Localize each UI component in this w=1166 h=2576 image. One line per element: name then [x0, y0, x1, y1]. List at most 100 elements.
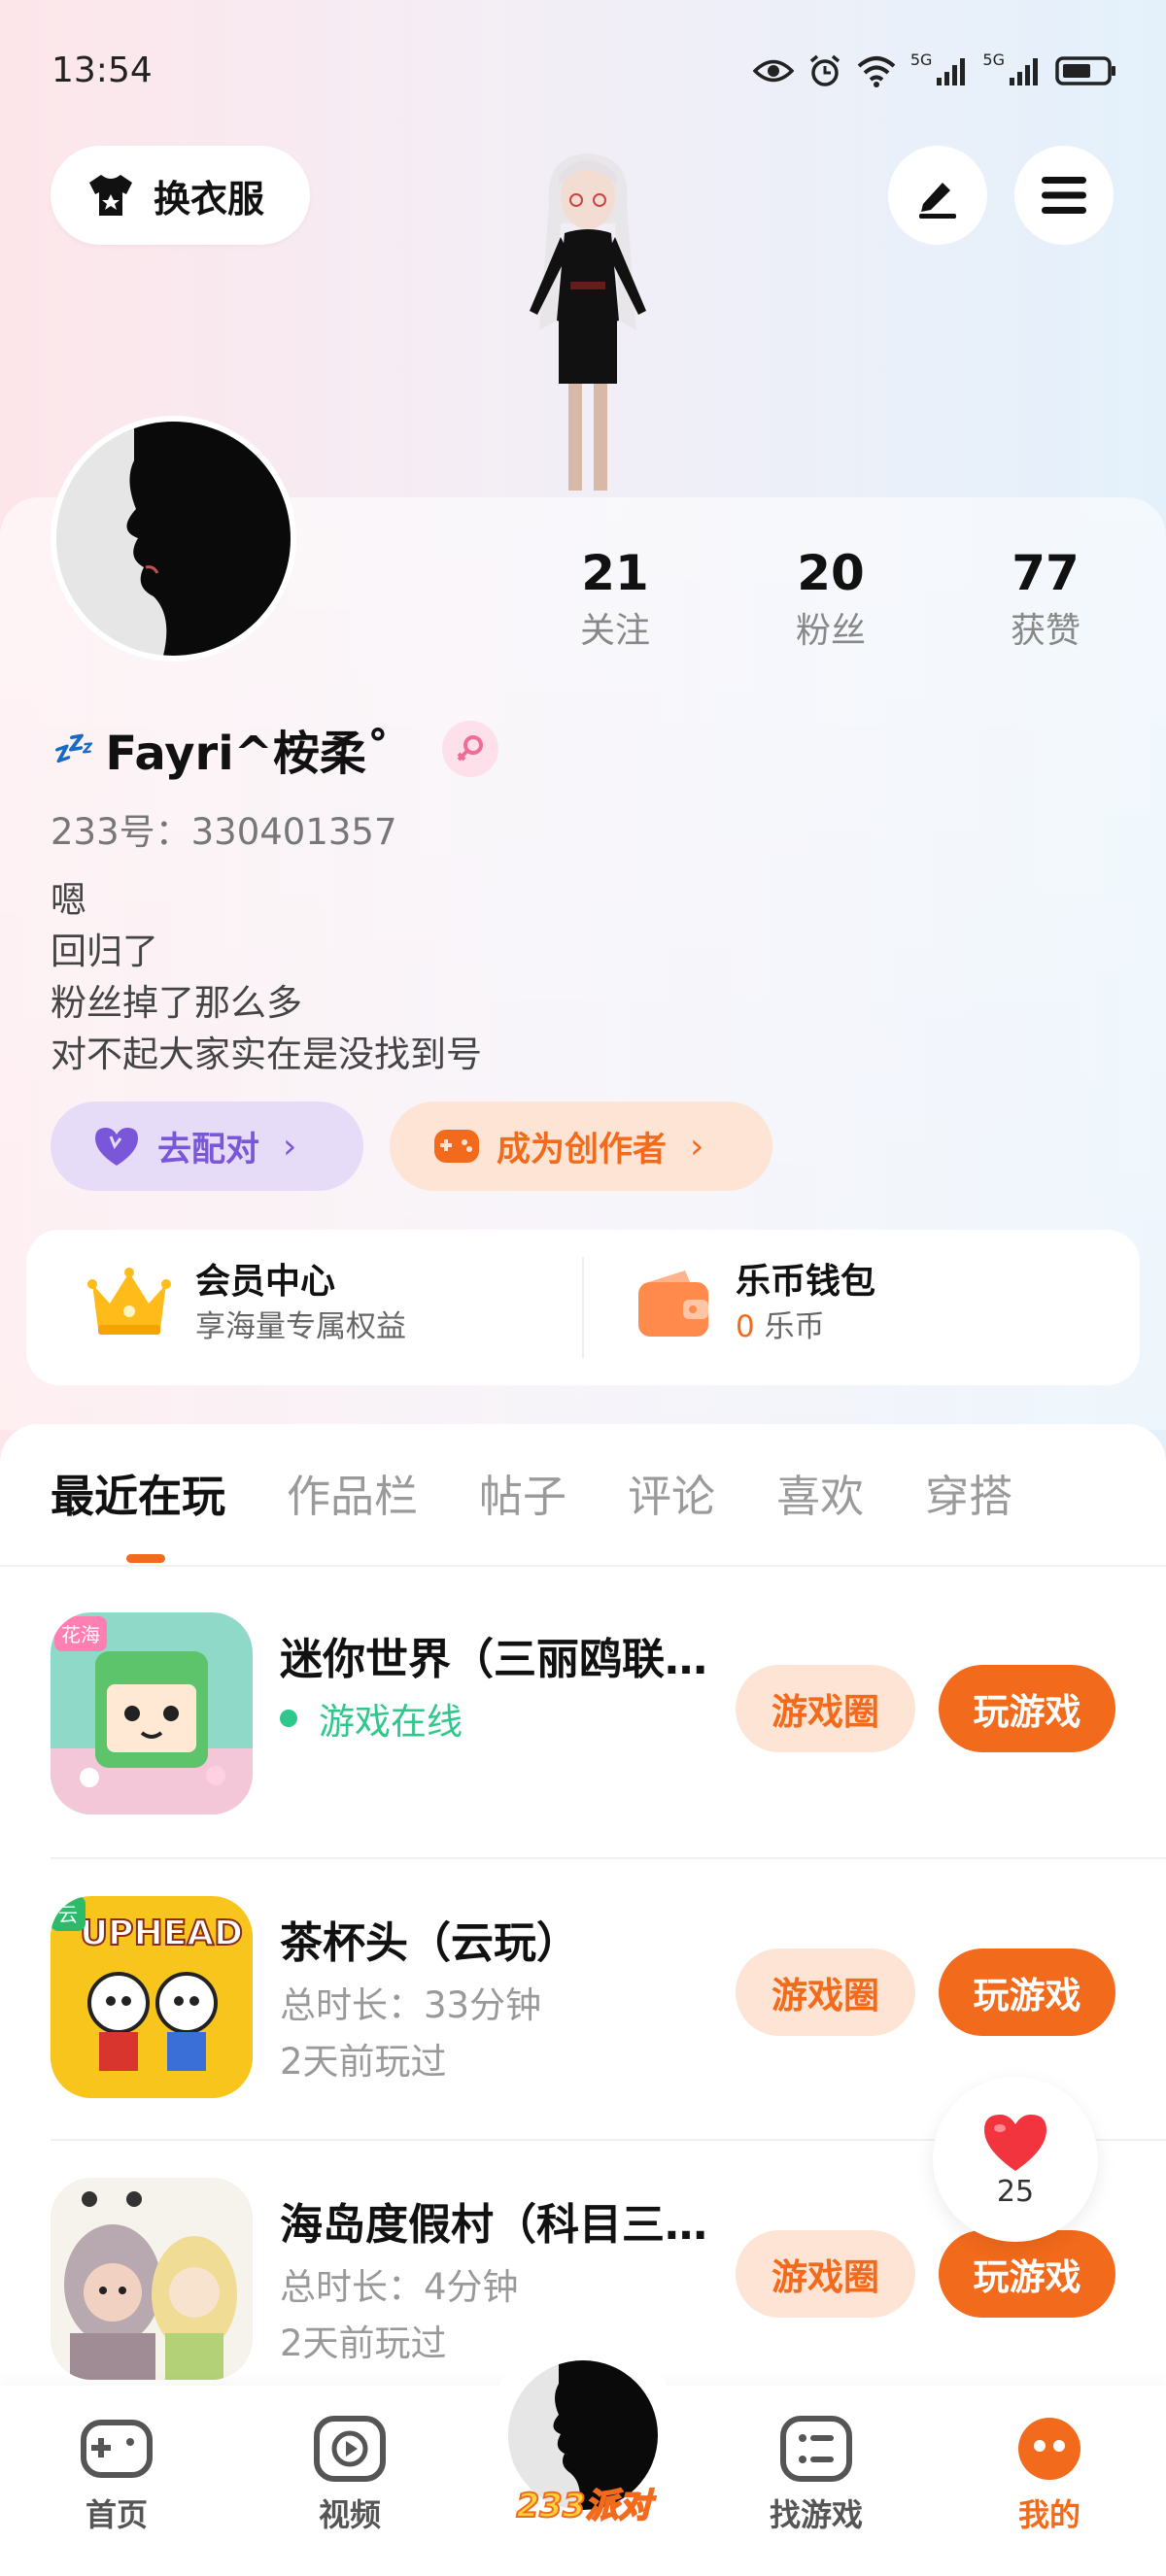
- online-text: 游戏在线: [319, 1701, 463, 1743]
- online-dot: [280, 1710, 297, 1727]
- game-row[interactable]: UPHEAD 云 茶杯头（云玩） 总时长：33分钟 2天前玩过 游戏圈 玩游戏: [51, 1896, 1115, 2119]
- nav-party[interactable]: 233派对: [491, 2331, 675, 2526]
- game-circle-button[interactable]: 游戏圈: [736, 1949, 915, 2036]
- stat-likes[interactable]: 77 获赞: [968, 542, 1123, 659]
- nav-find-label: 找游戏: [769, 2496, 863, 2533]
- tab-outfits[interactable]: 穿搭: [925, 1461, 1012, 1524]
- followers-label: 粉丝: [795, 611, 866, 651]
- list-icon: [780, 2416, 852, 2482]
- game-row[interactable]: 花海 迷你世界（三丽鸥联… 游戏在线 游戏圈 玩游戏: [51, 1612, 1115, 1836]
- signal-icon-2: [1010, 58, 1038, 85]
- cuphead-logo-text: UPHEAD: [80, 1914, 243, 1953]
- creator-label: 成为创作者: [497, 1130, 668, 1169]
- nav-home[interactable]: 首页: [44, 2415, 189, 2535]
- nav-home-label: 首页: [85, 2496, 148, 2533]
- game-title: 迷你世界（三丽鸥联…: [280, 1635, 707, 1684]
- wallet-unit: 乐币: [764, 1309, 825, 1344]
- nav-video[interactable]: 视频: [277, 2415, 423, 2535]
- signal-icon: [937, 58, 966, 85]
- chevron-right-icon: ›: [283, 1126, 297, 1167]
- bio-line: 嗯: [51, 879, 86, 921]
- tab-recent-played[interactable]: 最近在玩: [51, 1461, 225, 1524]
- nickname: Fayri^桉柔˚: [105, 727, 390, 781]
- alarm-icon: [809, 54, 840, 86]
- nav-mine-label: 我的: [1017, 2496, 1080, 2533]
- tshirt-icon: [89, 175, 132, 216]
- coin-wallet[interactable]: 乐币钱包 0 乐币: [634, 1259, 875, 1348]
- stat-followers[interactable]: 20 粉丝: [753, 542, 909, 659]
- game-playtime: 总时长：4分钟: [280, 2266, 519, 2308]
- tab-likes[interactable]: 喜欢: [776, 1461, 864, 1524]
- bio-line: 对不起大家实在是没找到号: [51, 1034, 482, 1075]
- character-avatar-figure[interactable]: [491, 136, 685, 500]
- nav-mine[interactable]: 我的: [977, 2415, 1122, 2535]
- bio-line: 粉丝掉了那么多: [51, 982, 302, 1024]
- bio: 嗯 回归了 粉丝掉了那么多 对不起大家实在是没找到号: [51, 874, 482, 1080]
- mini-world-game-icon: 花海: [51, 1612, 253, 1814]
- party-label: 233派对: [516, 2486, 653, 2526]
- likes-label: 获赞: [1010, 611, 1080, 651]
- match-button[interactable]: 去配对 ›: [51, 1102, 363, 1191]
- status-time: 13:54: [51, 51, 153, 90]
- play-game-button[interactable]: 玩游戏: [939, 2230, 1115, 2318]
- smiley-profile-icon: [1018, 2418, 1080, 2480]
- membership-center[interactable]: 会员中心 享海量专属权益: [86, 1259, 406, 1348]
- game-last-played: 2天前玩过: [280, 2041, 447, 2083]
- membership-wallet-card: 会员中心 享海量专属权益 乐币钱包 0 乐币: [26, 1230, 1140, 1385]
- mini-world-badge-text: 花海: [61, 1623, 100, 1646]
- wallet-balance: 0 乐币: [736, 1305, 875, 1348]
- like-count: 25: [996, 2174, 1035, 2209]
- island-resort-game-icon: [51, 2178, 253, 2380]
- stat-following[interactable]: 21 关注: [537, 542, 693, 659]
- user-id: 233号：330401357: [51, 811, 397, 853]
- followers-count: 20: [797, 545, 865, 601]
- play-game-button[interactable]: 玩游戏: [939, 1949, 1115, 2036]
- membership-subtitle: 享海量专属权益: [195, 1309, 406, 1344]
- play-game-button[interactable]: 玩游戏: [939, 1665, 1115, 1752]
- tab-posts[interactable]: 帖子: [479, 1461, 566, 1524]
- user-avatar[interactable]: [51, 416, 296, 661]
- tab-comments[interactable]: 评论: [628, 1461, 715, 1524]
- change-outfit-button[interactable]: 换衣服: [51, 146, 310, 245]
- edit-profile-button[interactable]: [888, 146, 987, 245]
- become-creator-button[interactable]: 成为创作者 ›: [390, 1102, 772, 1191]
- silhouette-avatar-image: [56, 422, 291, 656]
- hamburger-icon: [1042, 177, 1086, 214]
- row-divider: [51, 1857, 1166, 1859]
- chevron-right-icon: ›: [690, 1126, 704, 1167]
- eye-icon: [752, 59, 794, 83]
- game-circle-button[interactable]: 游戏圈: [736, 1665, 915, 1752]
- wallet-amount: 0: [736, 1309, 755, 1344]
- nav-video-label: 视频: [318, 2496, 381, 2533]
- status-icons: 5G 5G: [752, 50, 1117, 88]
- signal-type-label: 5G: [909, 50, 933, 69]
- tabs-divider: [0, 1565, 1166, 1567]
- tab-works[interactable]: 作品栏: [287, 1461, 418, 1524]
- following-label: 关注: [579, 611, 650, 651]
- floating-like-button[interactable]: 25: [933, 2077, 1098, 2242]
- nav-find-games[interactable]: 找游戏: [743, 2415, 889, 2535]
- game-playtime: 总时长：33分钟: [280, 1984, 542, 2026]
- battery-icon: [1055, 56, 1115, 85]
- heart-icon: [984, 2114, 1046, 2171]
- video-play-icon: [314, 2416, 386, 2482]
- game-circle-button[interactable]: 游戏圈: [736, 2230, 915, 2318]
- likes-count: 77: [1012, 545, 1080, 601]
- status-bar: 13:54 5G 5G: [0, 0, 1166, 146]
- bio-line: 回归了: [51, 931, 158, 972]
- match-label: 去配对: [157, 1130, 260, 1169]
- wifi-icon: [857, 56, 896, 87]
- following-count: 21: [581, 545, 649, 601]
- active-tab-indicator: [126, 1554, 165, 1563]
- pen-icon: [919, 183, 956, 219]
- wallet-title: 乐币钱包: [736, 1262, 876, 1302]
- gamepad-icon: [434, 1130, 479, 1163]
- signal-type-label-2: 5G: [982, 50, 1005, 69]
- crown-icon: [87, 1268, 171, 1335]
- menu-button[interactable]: [1014, 146, 1114, 245]
- profile-tabs: 最近在玩 作品栏 帖子 评论 喜欢 穿搭: [51, 1461, 1074, 1524]
- game-title: 海岛度假村（科目三…: [280, 2200, 707, 2250]
- gamepad-icon: [81, 2420, 153, 2478]
- change-outfit-label: 换衣服: [154, 177, 265, 220]
- game-last-played: 2天前玩过: [280, 2322, 447, 2364]
